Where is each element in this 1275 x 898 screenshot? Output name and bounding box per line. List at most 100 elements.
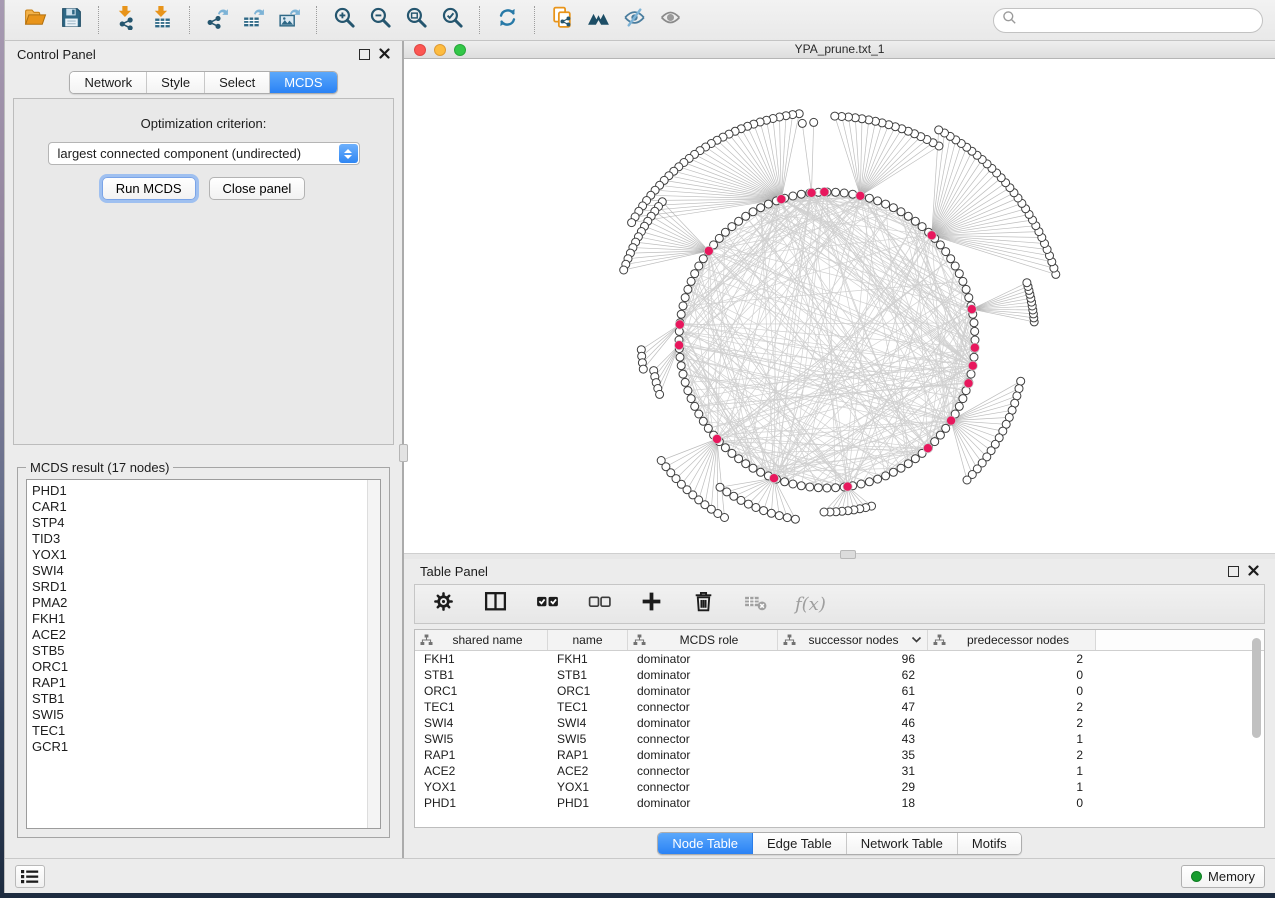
mcds-result-item[interactable]: YOX1 xyxy=(32,547,380,563)
save-button[interactable] xyxy=(53,4,89,36)
task-history-button[interactable] xyxy=(15,865,45,888)
tab-network[interactable]: Network xyxy=(70,72,147,93)
cell-name: RAP1 xyxy=(548,748,628,762)
mcds-result-item[interactable]: STB1 xyxy=(32,691,380,707)
zoom-in-button[interactable] xyxy=(326,4,362,36)
table-scrollbar-thumb[interactable] xyxy=(1252,638,1261,738)
mcds-result-item[interactable]: PHD1 xyxy=(32,483,380,499)
table-row[interactable]: RAP1RAP1dominator352 xyxy=(415,747,1264,763)
table-row[interactable]: SWI4SWI4dominator462 xyxy=(415,715,1264,731)
split-panel-button[interactable] xyxy=(483,589,508,619)
tab-edge-table[interactable]: Edge Table xyxy=(753,833,847,854)
export-table-button[interactable] xyxy=(235,4,271,36)
table-row[interactable]: FKH1FKH1dominator962 xyxy=(415,651,1264,667)
tab-style[interactable]: Style xyxy=(147,72,205,93)
binoculars-button[interactable] xyxy=(580,4,616,36)
mcds-result-item[interactable]: ACE2 xyxy=(32,627,380,643)
table-row[interactable]: SWI5SWI5connector431 xyxy=(415,731,1264,747)
show-all-button[interactable] xyxy=(652,4,688,36)
zoom-selected-button[interactable] xyxy=(434,4,470,36)
column-header-predecessor-nodes[interactable]: predecessor nodes xyxy=(928,630,1096,650)
cell-shared_name: RAP1 xyxy=(415,748,548,762)
table-row[interactable]: ACE2ACE2connector311 xyxy=(415,763,1264,779)
cell-shared_name: FKH1 xyxy=(415,652,548,666)
minimize-frame-icon[interactable] xyxy=(434,44,446,56)
close-panel-button[interactable]: Close panel xyxy=(209,177,306,200)
table-row[interactable]: TEC1TEC1connector472 xyxy=(415,699,1264,715)
mcds-result-item[interactable]: STP4 xyxy=(32,515,380,531)
tab-select[interactable]: Select xyxy=(205,72,270,93)
import-network-icon xyxy=(114,5,139,35)
deselect-all-button[interactable] xyxy=(587,589,612,619)
mcds-result-item[interactable]: SWI5 xyxy=(32,707,380,723)
search-input[interactable] xyxy=(1022,13,1254,27)
mcds-result-item[interactable]: STB5 xyxy=(32,643,380,659)
close-table-panel-icon[interactable] xyxy=(1248,564,1259,579)
close-frame-icon[interactable] xyxy=(414,44,426,56)
mcds-result-item[interactable]: RAP1 xyxy=(32,675,380,691)
export-network-button[interactable] xyxy=(199,4,235,36)
float-table-panel-icon[interactable] xyxy=(1228,566,1239,577)
table-row[interactable]: ORC1ORC1dominator610 xyxy=(415,683,1264,699)
mcds-result-item[interactable]: CAR1 xyxy=(32,499,380,515)
horizontal-splitter-handle[interactable] xyxy=(840,550,856,559)
table-row[interactable]: PHD1PHD1dominator180 xyxy=(415,795,1264,811)
cell-mcds_role: connector xyxy=(628,732,778,746)
control-panel-title: Control Panel xyxy=(17,47,96,62)
hide-selected-button[interactable] xyxy=(616,4,652,36)
table-row[interactable]: YOX1YOX1connector291 xyxy=(415,779,1264,795)
column-header-MCDS-role[interactable]: MCDS role xyxy=(628,630,778,650)
optimization-criterion-select[interactable]: largest connected component (undirected) xyxy=(48,142,360,165)
mcds-result-item[interactable]: SWI4 xyxy=(32,563,380,579)
cell-predecessor_nodes: 0 xyxy=(928,796,1096,810)
zoom-fit-button[interactable] xyxy=(398,4,434,36)
memory-label: Memory xyxy=(1208,869,1255,884)
mcds-result-item[interactable]: ORC1 xyxy=(32,659,380,675)
import-table-button[interactable] xyxy=(144,4,180,36)
tab-network-table[interactable]: Network Table xyxy=(847,833,958,854)
mcds-result-item[interactable]: TID3 xyxy=(32,531,380,547)
column-header-shared-name[interactable]: shared name xyxy=(415,630,548,650)
import-network-button[interactable] xyxy=(108,4,144,36)
export-image-button[interactable] xyxy=(271,4,307,36)
tab-mcds[interactable]: MCDS xyxy=(270,72,336,93)
mcds-result-list[interactable]: PHD1CAR1STP4TID3YOX1SWI4SRD1PMA2FKH1ACE2… xyxy=(26,479,381,829)
open-button[interactable] xyxy=(17,4,53,36)
zoom-out-button[interactable] xyxy=(362,4,398,36)
cell-shared_name: ORC1 xyxy=(415,684,548,698)
table-panel: Table Panel f(x) shared namenameMCDS rol… xyxy=(404,559,1275,858)
settings-button[interactable] xyxy=(431,589,456,619)
toolbar-separator xyxy=(534,6,535,34)
run-mcds-button[interactable]: Run MCDS xyxy=(102,177,196,200)
mcds-list-scrollbar[interactable] xyxy=(367,480,380,828)
horizontal-splitter[interactable] xyxy=(404,553,1275,559)
search-box[interactable] xyxy=(993,8,1263,33)
add-column-button[interactable] xyxy=(639,589,664,619)
column-header-name[interactable]: name xyxy=(548,630,628,650)
table-row[interactable]: STB1STB1dominator620 xyxy=(415,667,1264,683)
mcds-result-item[interactable]: SRD1 xyxy=(32,579,380,595)
refresh-button[interactable] xyxy=(489,4,525,36)
cell-mcds_role: connector xyxy=(628,780,778,794)
clone-network-button[interactable] xyxy=(544,4,580,36)
network-frame-title: YPA_prune.txt_1 xyxy=(795,42,885,56)
cell-mcds_role: dominator xyxy=(628,796,778,810)
cell-successor_nodes: 96 xyxy=(778,652,928,666)
maximize-frame-icon[interactable] xyxy=(454,44,466,56)
close-panel-icon[interactable] xyxy=(379,47,390,62)
mcds-result-item[interactable]: TEC1 xyxy=(32,723,380,739)
cell-mcds_role: dominator xyxy=(628,652,778,666)
float-panel-icon[interactable] xyxy=(359,49,370,60)
network-canvas[interactable] xyxy=(404,59,1275,553)
mcds-result-item[interactable]: GCR1 xyxy=(32,739,380,755)
select-all-button[interactable] xyxy=(535,589,560,619)
tab-node-table[interactable]: Node Table xyxy=(658,833,753,854)
memory-button[interactable]: Memory xyxy=(1181,865,1265,888)
column-header-successor-nodes[interactable]: successor nodes xyxy=(778,630,928,650)
tab-motifs[interactable]: Motifs xyxy=(958,833,1021,854)
network-frame-titlebar[interactable]: YPA_prune.txt_1 xyxy=(404,41,1275,59)
delete-column-button[interactable] xyxy=(691,589,716,619)
vertical-splitter-handle[interactable] xyxy=(399,444,408,462)
mcds-result-item[interactable]: FKH1 xyxy=(32,611,380,627)
mcds-result-item[interactable]: PMA2 xyxy=(32,595,380,611)
